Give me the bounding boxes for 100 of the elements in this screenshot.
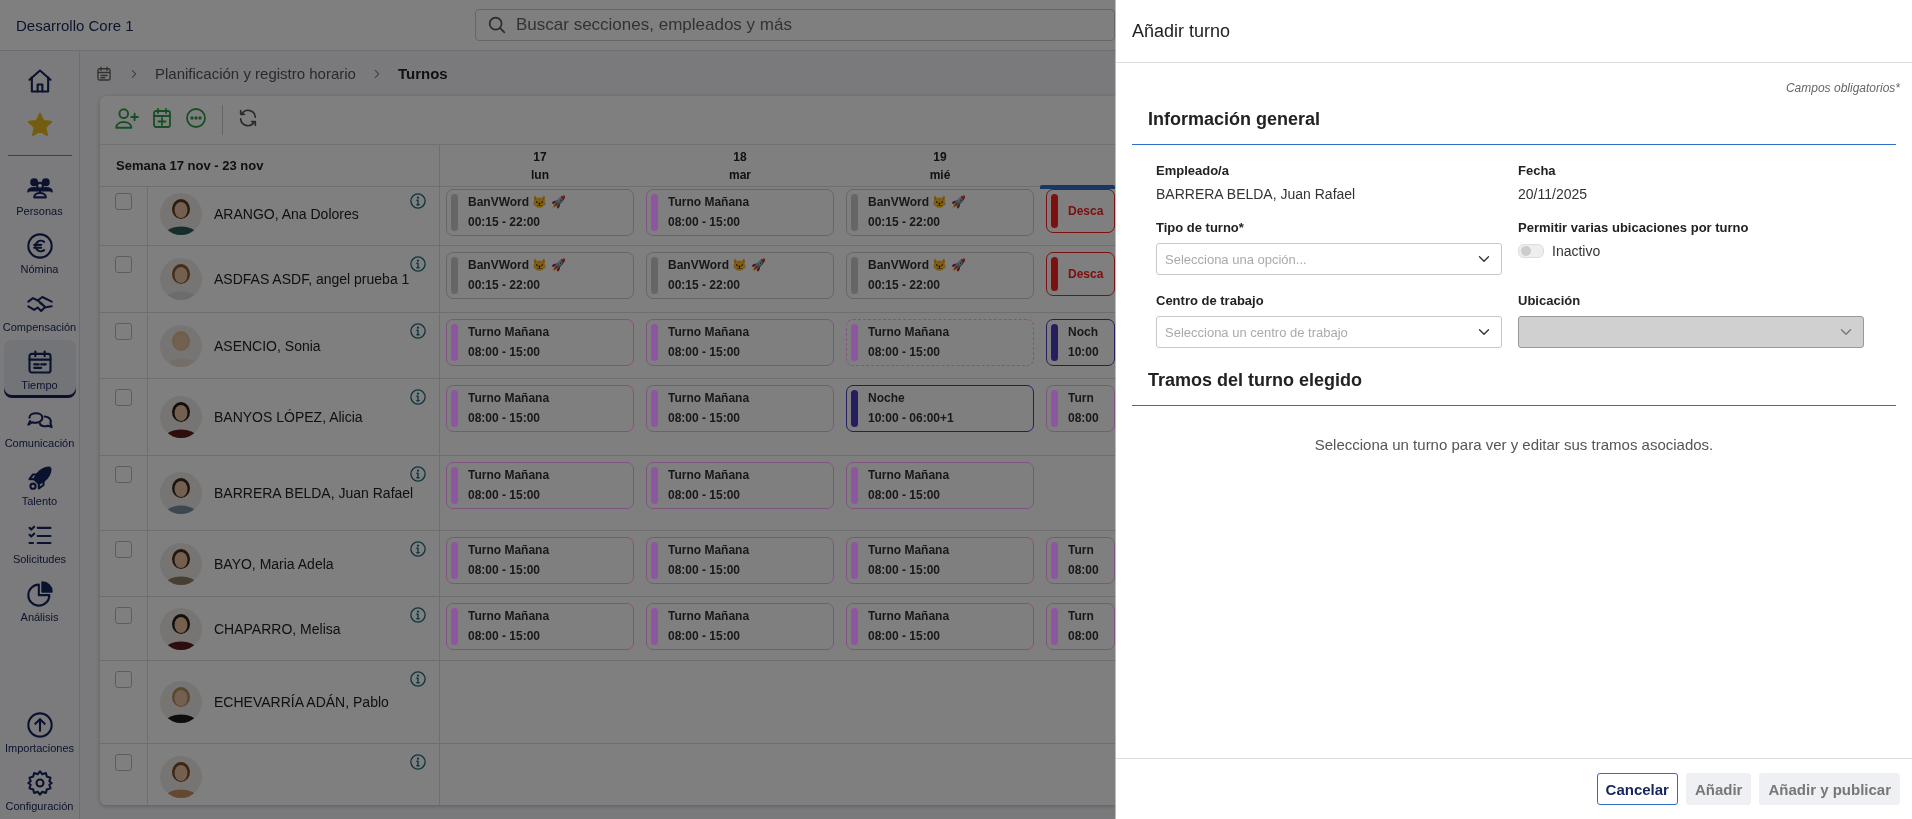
shift-title: BanVWord 😾 🚀 bbox=[468, 194, 566, 211]
shift-time: 08:00 - 15:00 bbox=[668, 628, 742, 645]
shift-time: 08:00 - 15:00 bbox=[868, 487, 942, 504]
shift-card[interactable]: BanVWord 😾 🚀 00:15 - 22:00 bbox=[846, 189, 1034, 236]
shift-card[interactable]: Turno Mañana 08:00 - 15:00 bbox=[846, 537, 1034, 584]
refresh-icon bbox=[237, 107, 259, 129]
info-icon bbox=[409, 192, 427, 210]
row-checkbox[interactable] bbox=[115, 466, 132, 483]
star-icon bbox=[25, 111, 54, 139]
sidebar-item[interactable]: Compensación bbox=[3, 282, 76, 340]
weekday-label: lun bbox=[531, 167, 549, 182]
shift-title: Turno Mañana bbox=[468, 324, 550, 341]
sidebar-item[interactable]: Personas bbox=[3, 166, 76, 224]
shift-time: 08:00 - 15:00 bbox=[468, 487, 542, 504]
shift-title: Turno Mañana bbox=[468, 467, 550, 484]
shift-time: 10:00 - 06:00+1 bbox=[868, 410, 954, 427]
shift-card[interactable]: Turn 08:00 bbox=[1046, 537, 1115, 584]
avatar bbox=[160, 681, 202, 723]
empty-message: Selecciona un turno para ver y editar sus tramos asociados. bbox=[1314, 436, 1714, 453]
shift-card[interactable]: Turno Mañana 08:00 - 15:00 bbox=[446, 319, 634, 366]
sidebar-item[interactable]: Nómina bbox=[3, 224, 76, 282]
shift-time: 08:00 - 15:00 bbox=[468, 410, 542, 427]
row-checkbox[interactable] bbox=[115, 541, 132, 558]
shift-time: 08:00 - 15:00 bbox=[668, 344, 742, 361]
row-checkbox[interactable] bbox=[115, 323, 132, 340]
search-field[interactable]: Buscar secciones, empleados y más bbox=[475, 9, 1115, 41]
field-label: Empleado/a bbox=[1156, 163, 1230, 178]
sidebar-item[interactable]: Importaciones bbox=[3, 703, 76, 761]
upload-icon bbox=[25, 710, 54, 739]
settings-icon bbox=[25, 768, 54, 797]
shift-card[interactable]: Turno Mañana 08:00 - 15:00 bbox=[846, 462, 1034, 509]
shift-card[interactable]: Turno Mañana 08:00 - 15:00 bbox=[846, 603, 1034, 650]
breadcrumb-item[interactable]: Planificación y registro horario bbox=[155, 65, 356, 82]
avatar bbox=[160, 607, 202, 650]
shift-title: BanVWord 😾 🚀 bbox=[668, 257, 766, 274]
row-checkbox[interactable] bbox=[115, 671, 132, 688]
calendar-icon bbox=[25, 347, 54, 376]
shift-title: Turno Mañana bbox=[868, 608, 950, 625]
sidebar-item[interactable]: Análisis bbox=[3, 572, 76, 630]
shift-card[interactable]: Turno Mañana 08:00 - 15:00 bbox=[646, 603, 834, 650]
shift-card[interactable]: BanVWord 😾 🚀 00:15 - 22:00 bbox=[446, 189, 634, 236]
shift-card[interactable]: Turno Mañana 08:00 - 15:00 bbox=[646, 319, 834, 366]
info-icon bbox=[409, 606, 427, 624]
info-icon bbox=[409, 322, 427, 340]
field-label: Permitir varias ubicaciones por turno bbox=[1518, 220, 1750, 235]
toggle-state: Inactivo bbox=[1552, 243, 1601, 259]
shift-card[interactable]: BanVWord 😾 🚀 00:15 - 22:00 bbox=[646, 252, 834, 299]
row-checkbox[interactable] bbox=[115, 607, 132, 624]
shift-card[interactable]: Turno Mañana 08:00 - 15:00 bbox=[646, 385, 834, 432]
row-checkbox[interactable] bbox=[115, 256, 132, 273]
shift-time: 08:00 - 15:00 bbox=[668, 562, 742, 579]
shift-time: 08:00 bbox=[1068, 628, 1099, 645]
row-checkbox[interactable] bbox=[115, 193, 132, 210]
shift-title: Turno Mañana bbox=[868, 467, 950, 484]
shift-card[interactable]: Turno Mañana 08:00 - 15:00 bbox=[846, 319, 1034, 366]
shift-card[interactable]: Turn 08:00 bbox=[1046, 385, 1115, 432]
sidebar-item[interactable]: Configuración bbox=[3, 761, 76, 819]
shift-title: Turno Mañana bbox=[868, 542, 950, 559]
shift-card[interactable]: Turno Mañana 08:00 - 15:00 bbox=[646, 189, 834, 236]
shift-title: BanVWord 😾 🚀 bbox=[868, 194, 966, 211]
field-label: Tipo de turno* bbox=[1156, 220, 1245, 235]
shift-card[interactable]: Noche 10:00 - 06:00+1 bbox=[846, 385, 1034, 432]
row-checkbox[interactable] bbox=[115, 389, 132, 406]
row-checkbox[interactable] bbox=[115, 754, 132, 771]
info-icon bbox=[409, 670, 427, 688]
search-icon bbox=[486, 14, 508, 36]
sidebar-item[interactable]: Talento bbox=[3, 456, 76, 514]
info-icon bbox=[409, 753, 427, 771]
shift-card[interactable]: BanVWord 😾 🚀 00:15 - 22:00 bbox=[846, 252, 1034, 299]
section-title: Tramos del turno elegido bbox=[1148, 370, 1363, 390]
shift-title: Turno Mañana bbox=[468, 608, 550, 625]
shift-card[interactable]: BanVWord 😾 🚀 00:15 - 22:00 bbox=[446, 252, 634, 299]
cancel-button[interactable]: Cancelar bbox=[1596, 773, 1678, 805]
select-field[interactable]: Selecciona una opción... bbox=[1156, 243, 1502, 275]
shift-title: Turno Mañana bbox=[668, 467, 750, 484]
sidebar-item[interactable]: Tiempo bbox=[3, 340, 76, 398]
shift-card[interactable]: Noch 10:00 bbox=[1046, 319, 1115, 366]
toggle-switch[interactable] bbox=[1518, 244, 1544, 258]
shift-time: 00:15 - 22:00 bbox=[868, 214, 942, 231]
shift-card[interactable]: Turn 08:00 bbox=[1046, 603, 1115, 650]
employee-name: ASENCIO, Sonia bbox=[214, 337, 321, 354]
shift-card[interactable]: Turno Mañana 08:00 - 15:00 bbox=[446, 385, 634, 432]
info-icon bbox=[409, 540, 427, 558]
shift-title: Turno Mañana bbox=[468, 390, 550, 407]
shift-card[interactable]: Turno Mañana 08:00 - 15:00 bbox=[646, 537, 834, 584]
avatar bbox=[160, 396, 202, 438]
shift-title: Turn bbox=[1068, 608, 1095, 625]
shift-time: 00:15 - 22:00 bbox=[468, 214, 542, 231]
shift-card[interactable]: Turno Mañana 08:00 - 15:00 bbox=[646, 462, 834, 509]
sidebar-item[interactable]: Solicitudes bbox=[3, 514, 76, 572]
shift-card[interactable]: Desca bbox=[1046, 252, 1115, 296]
sidebar-item[interactable]: Comunicación bbox=[3, 398, 76, 456]
shift-title: Noch bbox=[1068, 324, 1099, 341]
shift-card[interactable]: Turno Mañana 08:00 - 15:00 bbox=[446, 603, 634, 650]
shift-card[interactable]: Turno Mañana 08:00 - 15:00 bbox=[446, 462, 634, 509]
select-field[interactable]: Selecciona un centro de trabajo bbox=[1156, 316, 1502, 348]
shift-card[interactable]: Desca bbox=[1046, 189, 1115, 233]
shift-title: Turn bbox=[1068, 390, 1095, 407]
avatar bbox=[160, 258, 202, 300]
shift-card[interactable]: Turno Mañana 08:00 - 15:00 bbox=[446, 537, 634, 584]
